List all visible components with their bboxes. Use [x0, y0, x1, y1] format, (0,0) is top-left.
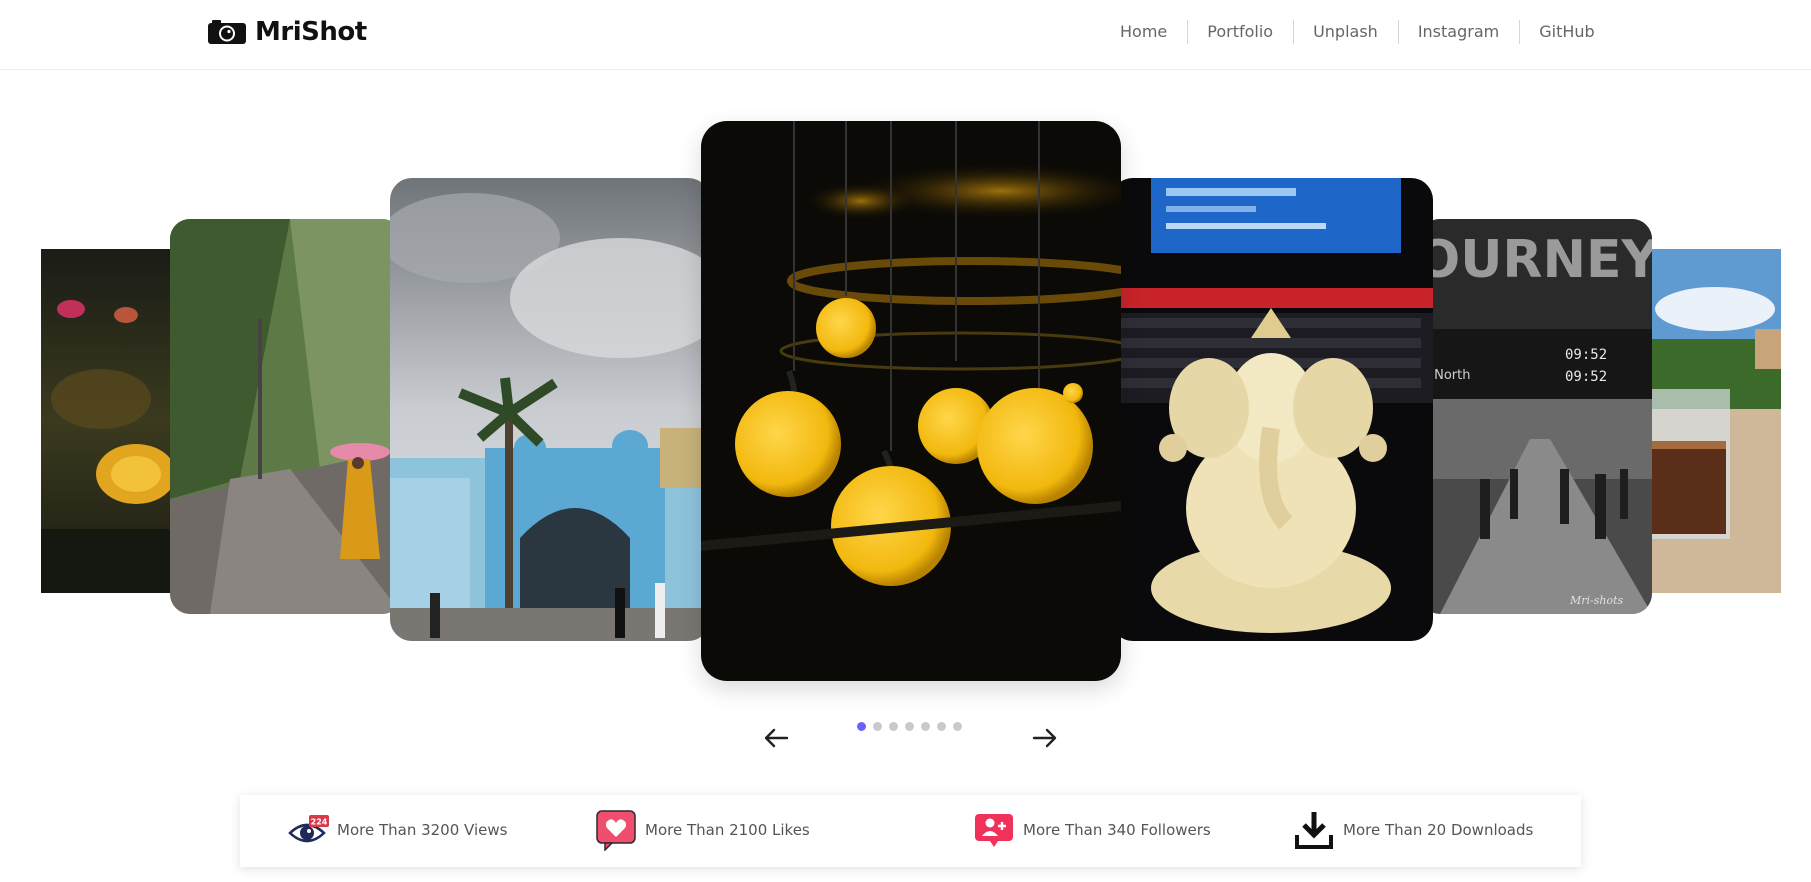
nav-portfolio[interactable]: Portfolio	[1187, 19, 1293, 44]
arrow-left-icon	[764, 728, 789, 748]
stat-likes-label: More Than 2100 Likes	[645, 821, 810, 839]
carousel-dot[interactable]	[921, 722, 930, 731]
carousel-pagination	[857, 722, 962, 731]
carousel-slide-lamps[interactable]	[701, 121, 1121, 681]
heart-likes-icon	[596, 810, 636, 851]
station-time-1: 09:52	[1565, 347, 1607, 363]
stat-downloads: More Than 20 Downloads	[1293, 808, 1533, 852]
brand-name: MriShot	[255, 17, 367, 47]
carousel-dot[interactable]	[937, 722, 946, 731]
stat-downloads-label: More Than 20 Downloads	[1343, 821, 1534, 839]
nav-home[interactable]: Home	[1100, 22, 1187, 41]
station-time-2: 09:52	[1565, 369, 1607, 385]
carousel-slide-ganesha[interactable]	[1111, 178, 1433, 641]
nav-github[interactable]: GitHub	[1519, 19, 1614, 44]
download-icon	[1295, 812, 1333, 849]
site-header: MriShot Home Portfolio Unplash Instagram…	[0, 0, 1811, 70]
station-sign-text: OURNEY	[1420, 230, 1652, 290]
stat-likes: More Than 2100 Likes	[595, 808, 810, 852]
carousel-slide-flowers[interactable]	[41, 249, 176, 593]
brand-logo[interactable]: MriShot	[207, 14, 367, 50]
add-follower-icon	[975, 814, 1013, 847]
nav-unplash[interactable]: Unplash	[1293, 19, 1398, 44]
carousel-slide-tea[interactable]	[1645, 249, 1781, 593]
carousel-slide-road[interactable]	[170, 219, 402, 614]
stat-views: 224 More Than 3200 Views	[287, 808, 507, 852]
stat-followers-label: More Than 340 Followers	[1023, 821, 1211, 839]
photo-watermark: Mri-shots	[1569, 594, 1624, 607]
stats-bar: 224 More Than 3200 Views More Than 2100 …	[240, 795, 1581, 867]
camera-icon	[208, 20, 246, 44]
carousel-prev-button[interactable]	[753, 715, 799, 761]
nav-instagram[interactable]: Instagram	[1397, 19, 1519, 44]
carousel-dot[interactable]	[873, 722, 882, 731]
stat-followers: More Than 340 Followers	[973, 808, 1211, 852]
carousel-dot[interactable]	[889, 722, 898, 731]
eye-views-icon: 224	[288, 815, 329, 843]
stat-views-label: More Than 3200 Views	[337, 821, 508, 839]
views-badge-count: 224	[311, 818, 328, 827]
carousel-slide-station[interactable]: OURNEY 09:52 09:52 a North Mri-shots	[1420, 219, 1652, 614]
main-nav: Home Portfolio Unplash Instagram GitHub	[1100, 18, 1615, 44]
carousel-slide-mosque[interactable]	[390, 178, 710, 641]
carousel-dot[interactable]	[905, 722, 914, 731]
carousel-dot[interactable]	[857, 722, 866, 731]
carousel-next-button[interactable]	[1022, 715, 1068, 761]
arrow-right-icon	[1032, 728, 1057, 748]
carousel-dot[interactable]	[953, 722, 962, 731]
